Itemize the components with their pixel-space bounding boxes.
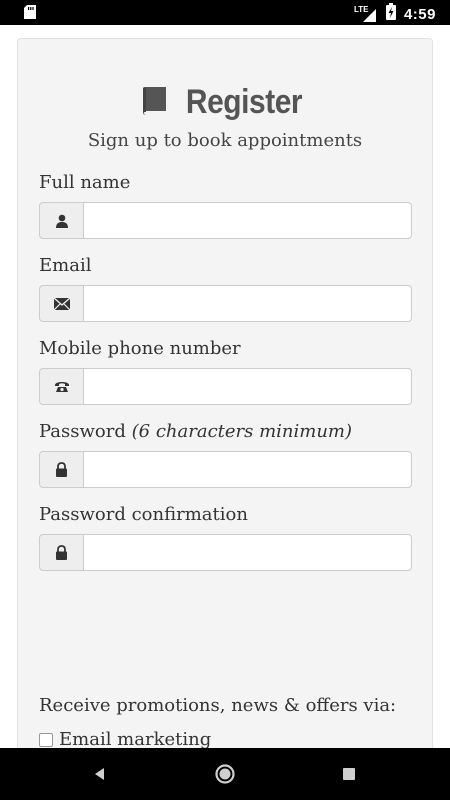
password-input[interactable] (83, 451, 412, 488)
register-card: Register Sign up to book appointments Fu… (17, 38, 433, 798)
home-button[interactable] (195, 748, 255, 800)
recents-button[interactable] (319, 748, 379, 800)
password-confirmation-label: Password confirmation (39, 504, 248, 525)
mobile-group (39, 368, 412, 405)
password-hint: (6 characters minimum) (131, 421, 353, 442)
mobile-label: Mobile phone number (39, 338, 241, 359)
back-button[interactable] (70, 748, 130, 800)
lock-icon (39, 534, 83, 571)
page-subtitle: Sign up to book appointments (87, 130, 363, 151)
clock: 4:59 (403, 5, 436, 23)
password-confirmation-group (39, 534, 412, 571)
email-marketing-option[interactable]: Email marketing (39, 729, 211, 750)
email-label: Email (39, 255, 92, 276)
full-name-label: Full name (39, 172, 131, 193)
email-input[interactable] (83, 285, 412, 322)
page-title: Register (185, 83, 303, 121)
password-group (39, 451, 412, 488)
lte-signal-icon: LTE (354, 5, 378, 23)
mobile-input[interactable] (83, 368, 412, 405)
home-icon (215, 764, 235, 784)
user-icon (39, 202, 83, 239)
phone-icon (39, 368, 83, 405)
battery-charging-icon (385, 3, 396, 25)
envelope-icon (39, 285, 83, 322)
navigation-bar (0, 748, 450, 800)
promotions-label: Receive promotions, news & offers via: (39, 695, 397, 716)
password-label-text: Password (39, 421, 126, 442)
book-icon (140, 85, 170, 121)
full-name-group (39, 202, 412, 239)
header: Register Sign up to book appointments (18, 83, 432, 151)
status-bar: LTE 4:59 (0, 0, 450, 25)
sd-card-icon (24, 5, 36, 24)
password-label: Password (6 characters minimum) (39, 421, 352, 442)
email-marketing-checkbox[interactable] (39, 732, 53, 747)
email-marketing-label[interactable]: Email marketing (59, 729, 211, 750)
back-icon (95, 768, 104, 780)
email-group (39, 285, 412, 322)
password-confirmation-input[interactable] (83, 534, 412, 571)
full-name-input[interactable] (83, 202, 412, 239)
recents-icon (343, 768, 355, 780)
lock-icon (39, 451, 83, 488)
